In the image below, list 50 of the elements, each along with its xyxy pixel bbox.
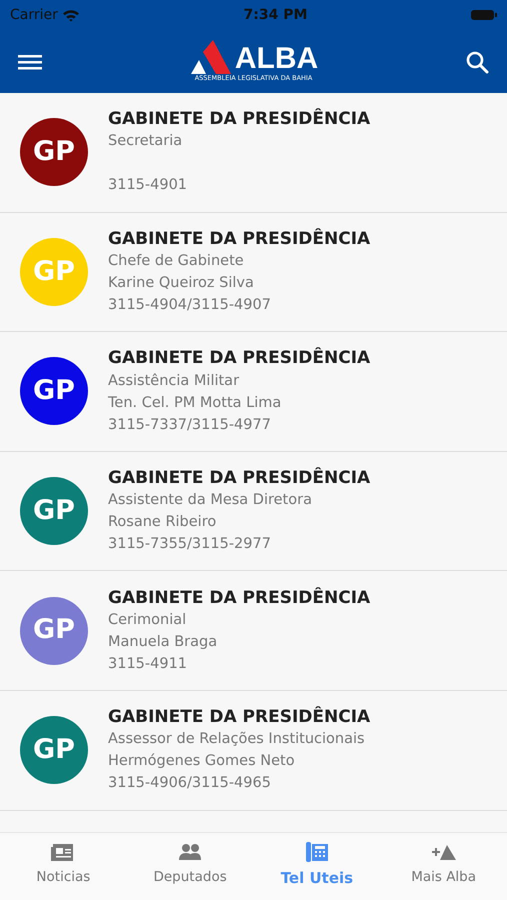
contact-department: Cerimonial (108, 610, 188, 630)
contact-row[interactable]: GP GABINETE DA PRESIDÊNCIA Cerimonial Manuela Braga 3115-4911 (0, 571, 507, 691)
contact-department: Assessor de Relações Institucionais (108, 730, 366, 750)
contact-row[interactable]: GP GABINETE DA PRESIDÊNCIA Assistente da Mesa Diretora Rosane Ribeiro 3115-7355/3115-2977 (0, 452, 507, 572)
contact-department: Assistente da Mesa Diretora (108, 491, 313, 510)
people-icon (178, 841, 202, 863)
clock-time: 7:34 PM (244, 6, 308, 24)
battery-icon (471, 9, 497, 21)
tab-item[interactable]: Mais Alba (380, 833, 507, 900)
contact-name: Manuela Braga (108, 632, 218, 652)
menu-icon (18, 53, 42, 72)
contact-phone: 3115-4904/3115-4907 (108, 296, 272, 315)
contact-name: Rosane Ribeiro (108, 513, 218, 532)
search-button[interactable] (464, 49, 489, 74)
contact-department: Assistência Militar (108, 372, 240, 391)
avatar: GP (20, 477, 88, 546)
logo-text: ALBA (234, 44, 318, 74)
contact-department: Chefe de Gabinete (108, 252, 245, 271)
contact-row[interactable]: GP GABINETE DA PRESIDÊNCIA Assistência Militar Ten. Cel. PM Motta Lima 3115-7337/3115-4977 (0, 332, 507, 452)
contact-phone: 3115-4901 (108, 176, 188, 196)
avatar: GP (20, 118, 88, 186)
contact-row[interactable]: GP GABINETE DA PRESIDÊNCIA Assessor de Relações Institucionais Hermógenes Gomes Neto 3115-4906/3115-4965 (0, 690, 507, 811)
carrier-label: Carrier (10, 6, 58, 24)
search-icon (464, 50, 489, 74)
contact-title: GABINETE DA PRESIDÊNCIA (108, 108, 370, 130)
wifi-icon (62, 8, 80, 22)
contact-row[interactable]: GP GABINETE DA PRESIDÊNCIA Chefe de Gabinete Karine Queiroz Silva 3115-4904/3115-4907 (0, 212, 507, 332)
contact-name: Karine Queiroz Silva (108, 274, 255, 293)
contact-title: GABINETE DA PRESIDÊNCIA (108, 347, 370, 370)
avatar: GP (20, 716, 88, 784)
contact-phone: 3115-4911 (108, 654, 188, 674)
contact-title: GABINETE DA PRESIDÊNCIA (108, 706, 370, 728)
contact-title: GABINETE DA PRESIDÊNCIA (108, 228, 370, 250)
contact-name: Ten. Cel. PM Motta Lima (108, 394, 282, 413)
phone-icon (304, 841, 329, 863)
contact-department: Secretaria (108, 132, 184, 152)
avatar: GP (20, 238, 88, 306)
logo-icon (188, 40, 231, 74)
contact-phone: 3115-7337/3115-4977 (108, 416, 272, 435)
newspaper-icon (51, 841, 76, 863)
contact-title: GABINETE DA PRESIDÊNCIA (108, 586, 370, 609)
contact-row[interactable]: GP GABINETE DA PRESIDÊNCIA Secretaria 3115-4901 (0, 93, 507, 213)
contact-phone: 3115-4906/3115-4965 (108, 774, 272, 794)
avatar: GP (20, 357, 88, 426)
contact-phone: 3115-7355/3115-2977 (108, 535, 272, 554)
avatar: GP (20, 596, 88, 665)
contact-name: Hermógenes Gomes Neto (108, 752, 296, 772)
contact-title: GABINETE DA PRESIDÊNCIA (108, 467, 370, 490)
tab-item[interactable]: Deputados (126, 833, 254, 900)
tab-item[interactable]: Noticias (0, 833, 127, 900)
